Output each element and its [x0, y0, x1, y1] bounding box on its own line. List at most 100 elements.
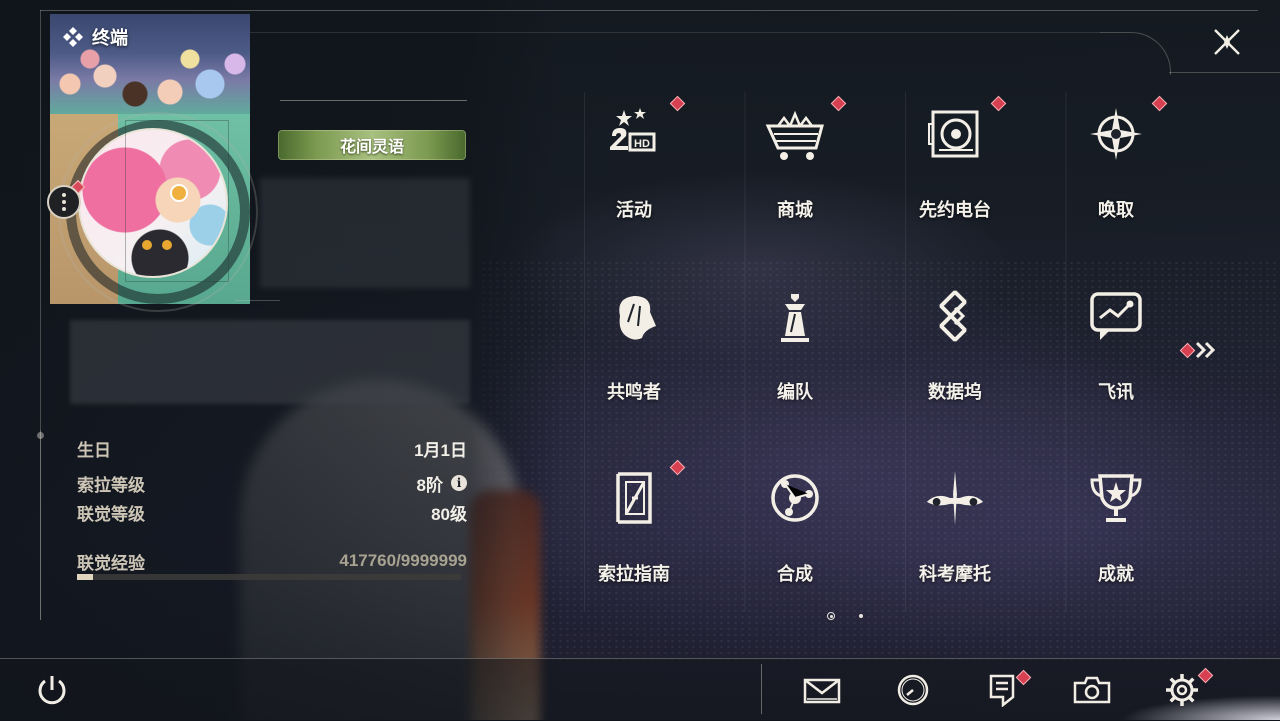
synthesis-icon [763, 466, 827, 530]
history-button[interactable] [893, 670, 933, 710]
frame-right-line [1169, 72, 1280, 73]
notification-badge [830, 95, 847, 112]
notice-button[interactable] [982, 669, 1032, 710]
team-chess-icon [763, 284, 827, 348]
menu-item-team[interactable]: 编队 [715, 274, 875, 444]
menu-label: 成就 [1098, 564, 1134, 584]
close-button[interactable] [1207, 22, 1247, 62]
stats-deco-line [40, 430, 41, 620]
motorcycle-icon [923, 466, 987, 530]
settings-button[interactable] [1162, 667, 1214, 710]
sol-rank-value: 8阶 [416, 475, 443, 495]
power-button[interactable] [32, 670, 72, 710]
profile-divider [235, 300, 280, 301]
camera-icon [1073, 676, 1111, 704]
menu-item-databank[interactable]: 数据坞 [875, 274, 1035, 444]
hidden-player-info [260, 178, 470, 288]
menu-item-achievement[interactable]: 成就 [1036, 456, 1196, 626]
bottom-bar-separator [761, 664, 762, 714]
menu-item-chat[interactable]: 飞讯 [1036, 274, 1196, 444]
menu-item-shop[interactable]: 商城 [715, 92, 875, 262]
birthday-value: 1月1日 [414, 440, 467, 460]
notification-badge [669, 459, 686, 476]
data-bank-icon [923, 284, 987, 348]
hidden-signature [70, 320, 470, 404]
convene-icon [1084, 102, 1148, 166]
player-title-badge[interactable]: 花间灵语 [278, 130, 466, 160]
menu-label: 编队 [777, 382, 813, 402]
menu-item-resonator[interactable]: 共鸣者 [554, 274, 714, 444]
shop-cart-icon [763, 102, 827, 166]
menu-label: 索拉指南 [598, 564, 670, 584]
next-page-button[interactable] [1179, 338, 1220, 362]
menu-label: 商城 [777, 200, 813, 220]
menu-label: 科考摩托 [919, 564, 991, 584]
player-title-text: 花间灵语 [339, 139, 404, 156]
menu-label: 唤取 [1098, 200, 1134, 220]
svg-text:HD: HD [634, 138, 650, 150]
menu-item-motorcycle[interactable]: 科考摩托 [875, 456, 1035, 626]
stat-value: 80级 [431, 500, 467, 525]
notification-badge [990, 95, 1007, 112]
terminal-header: 终端 [62, 24, 128, 50]
trophy-icon [1084, 466, 1148, 530]
stat-value: 8阶 i [417, 471, 467, 496]
stat-label: 索拉等级 [77, 475, 145, 495]
menu-label: 数据坞 [928, 382, 982, 402]
gear-icon [1166, 674, 1198, 706]
more-dot [62, 193, 66, 197]
notification-badge [1179, 342, 1196, 358]
notification-badge [1151, 95, 1168, 112]
menu-item-radio[interactable]: 先约电台 [875, 92, 1035, 262]
event-2nd-anniversary-icon: HD [602, 102, 666, 166]
close-icon [1214, 29, 1240, 55]
resonator-icon [602, 284, 666, 348]
mail-icon [803, 678, 841, 704]
stat-sol-rank: 索拉等级 8阶 i [77, 471, 467, 495]
stat-label: 联觉等级 [77, 504, 145, 524]
terminal-diamond-icon [63, 27, 83, 47]
frame-top-line [40, 10, 1258, 11]
radio-icon [923, 102, 987, 166]
power-icon [38, 676, 66, 705]
menu-item-synthesis[interactable]: 合成 [715, 456, 875, 626]
union-level-value: 80级 [431, 504, 467, 524]
terminal-title: 终端 [92, 28, 128, 48]
photo-button[interactable] [1072, 670, 1112, 710]
exp-label: 联觉经验 [77, 553, 145, 573]
guidebook-icon [602, 466, 666, 530]
exp-progress-fill [77, 574, 94, 580]
menu-label: 合成 [777, 564, 813, 584]
menu-label: 共鸣者 [607, 382, 661, 402]
stat-union-exp: 联觉经验 417760/9999999 [77, 549, 467, 573]
mail-button[interactable] [802, 670, 842, 710]
page-dot-active[interactable] [827, 612, 835, 620]
clock-icon [897, 674, 929, 706]
menu-label: 飞讯 [1098, 382, 1134, 402]
chat-icon [1084, 284, 1148, 348]
menu-item-guidebook[interactable]: 索拉指南 [554, 456, 714, 626]
frame-inner-line [250, 32, 1100, 33]
notification-badge [669, 95, 686, 112]
stat-value: 1月1日 [414, 436, 467, 461]
exp-progress-bar [77, 574, 461, 580]
name-divider [280, 100, 467, 101]
page-indicator [827, 612, 863, 620]
more-dot [62, 200, 66, 204]
menu-label: 先约电台 [919, 200, 991, 220]
avatar-frame-box [125, 120, 229, 282]
stat-birthday: 生日 1月1日 [77, 436, 467, 460]
page-dot[interactable] [859, 614, 863, 618]
stat-label: 生日 [77, 440, 111, 460]
menu-item-convene[interactable]: 唤取 [1036, 92, 1196, 262]
exp-value: 417760/9999999 [339, 551, 467, 570]
more-dot [62, 207, 66, 211]
notice-icon [989, 674, 1015, 707]
stat-union-level: 联觉等级 80级 [77, 500, 467, 524]
info-icon[interactable]: i [451, 475, 467, 491]
more-options-button[interactable] [47, 185, 81, 219]
menu-item-event[interactable]: HD 活动 [554, 92, 714, 262]
double-chevron-right-icon [1195, 341, 1216, 359]
stats-deco-dot [37, 432, 44, 439]
menu-label: 活动 [616, 200, 652, 220]
